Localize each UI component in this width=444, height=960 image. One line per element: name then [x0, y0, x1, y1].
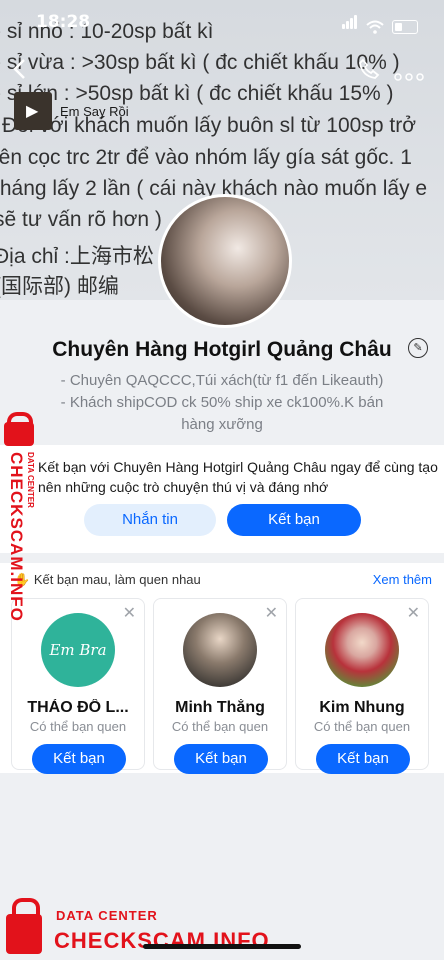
home-indicator[interactable] [143, 944, 301, 949]
play-icon[interactable] [14, 92, 52, 130]
status-icons [342, 15, 418, 34]
watermark-side: DATA CENTER CHECKSCAM.INFO [4, 412, 42, 622]
watermark-bottom: DATA CENTER CHECKSCAM.INFO [6, 898, 306, 958]
signal-icon [342, 15, 358, 34]
music-title: Em Say Rồi [60, 103, 129, 119]
edit-icon[interactable]: ✎ [408, 338, 428, 358]
close-icon[interactable]: ✕ [265, 603, 278, 623]
profile-avatar[interactable] [158, 194, 292, 328]
suggestions-title: ✋ Kết bạn mau, làm quen nhau [14, 572, 201, 588]
suggestion-add-button[interactable]: Kết bạn [32, 744, 126, 774]
wifi-icon [366, 20, 384, 34]
phone-icon[interactable] [358, 58, 380, 86]
see-more-link[interactable]: Xem thêm [373, 572, 432, 587]
suggestion-card[interactable]: ✕ Minh Thắng Có thể bạn quen Kết bạn [153, 598, 287, 774]
suggestion-subtitle: Có thể bạn quen [29, 719, 127, 734]
suggestion-add-button[interactable]: Kết bạn [174, 744, 268, 774]
back-icon[interactable] [12, 58, 26, 86]
avatar [183, 613, 257, 687]
watermark-side-big: CHECKSCAM.INFO [7, 452, 26, 622]
bio-line: - Chuyên QAQCCC,Túi xách(từ f1 đến Likea… [60, 372, 384, 389]
lock-icon-body [4, 422, 34, 446]
watermark-line1: DATA CENTER [56, 908, 158, 923]
cover-text-line: lên cọc trc 2tr để vào nhóm lấy gía sát … [0, 146, 412, 169]
suggestion-subtitle: Có thể bạn quen [171, 719, 269, 734]
add-friend-button[interactable]: Kết bạn [227, 504, 361, 536]
cover-text-line: (国际部) 邮编 [0, 275, 119, 298]
close-icon[interactable]: ✕ [407, 603, 420, 623]
suggestion-name: THẢO ĐỒ L... [27, 699, 129, 716]
cover-text-line: sẽ tư vấn rõ hơn ) [0, 208, 162, 231]
profile-music[interactable]: Em Say Rồi [14, 92, 129, 130]
battery-icon [392, 20, 418, 34]
more-icon[interactable] [394, 62, 424, 88]
watermark-line2: CHECKSCAM.INFO [54, 928, 270, 953]
status-time: 18:28 [36, 12, 91, 32]
suggestion-card[interactable]: ✕ Kim Nhung Có thể bạn quen Kết bạn [295, 598, 429, 774]
suggestion-name: Minh Thắng [175, 699, 265, 716]
message-button[interactable]: Nhắn tin [84, 504, 216, 536]
suggestion-name: Kim Nhung [319, 699, 405, 716]
friend-invite-box: Kết bạn với Chuyên Hàng Hotgirl Quảng Ch… [0, 445, 444, 553]
bio-line: hàng xưỡng [181, 416, 263, 433]
friend-suggestions: ✋ Kết bạn mau, làm quen nhau Xem thêm ✕ … [0, 563, 444, 774]
profile-bio: - Chuyên QAQCCC,Túi xách(từ f1 đến Likea… [20, 370, 424, 436]
bio-line: - Khách shipCOD ck 50% ship xe ck100%.K … [60, 394, 384, 411]
avatar-logo-text: Em Bra [49, 641, 107, 659]
profile-name: Chuyên Hàng Hotgirl Quảng Châu [52, 338, 392, 361]
suggestion-add-button[interactable]: Kết bạn [316, 744, 410, 774]
status-bar: 18:28 [0, 0, 444, 46]
close-icon[interactable]: ✕ [123, 603, 136, 623]
avatar: Em Bra [41, 613, 115, 687]
invite-text: Kết bạn với Chuyên Hàng Hotgirl Quảng Ch… [38, 459, 438, 495]
avatar [325, 613, 399, 687]
suggestion-card[interactable]: ✕ Em Bra THẢO ĐỒ L... Có thể bạn quen Kế… [11, 598, 145, 774]
lock-icon-body [6, 914, 42, 954]
cover-text-line: - sỉ vừa : >30sp bất kì ( đc chiết khấu … [0, 51, 400, 74]
suggestions-title-text: Kết bạn mau, làm quen nhau [33, 572, 201, 587]
watermark-side-small: DATA CENTER [26, 452, 35, 508]
suggestion-subtitle: Có thể bạn quen [313, 719, 411, 734]
